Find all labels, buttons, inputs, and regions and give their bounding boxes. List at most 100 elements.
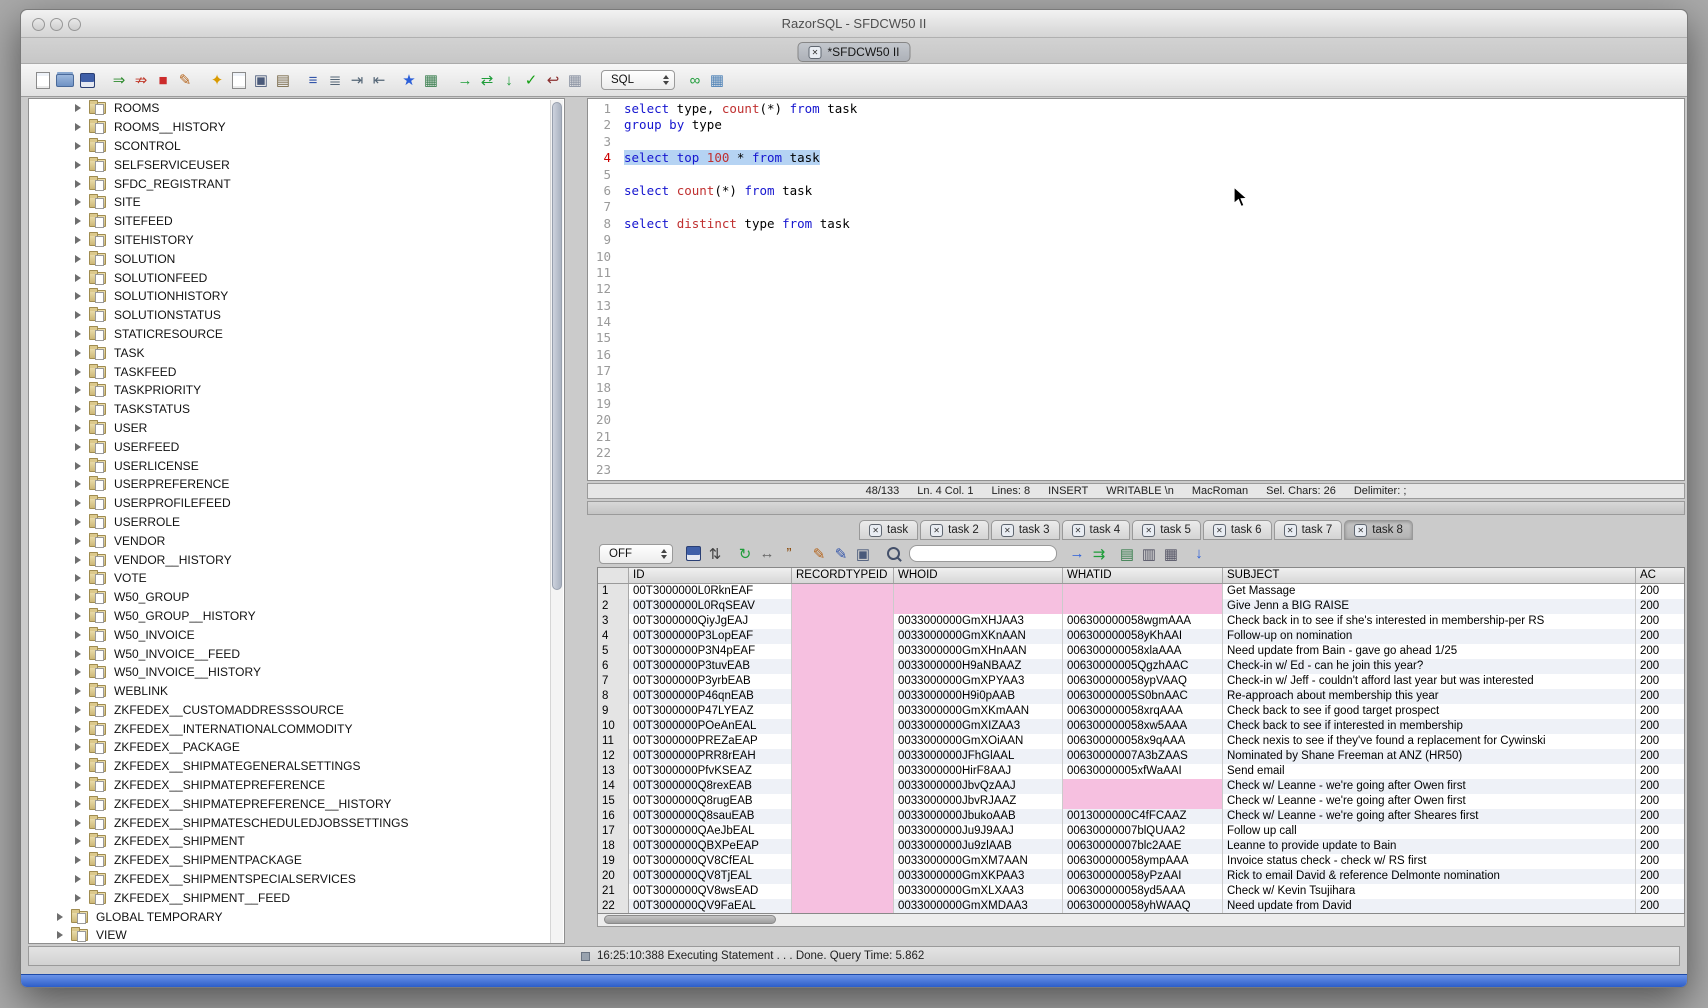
- table-cell[interactable]: 00T3000000QV9FaEAL: [629, 899, 792, 914]
- table-cell[interactable]: 00T3000000L0RqSEAV: [629, 599, 792, 614]
- column-header-whatid[interactable]: WHATID: [1063, 568, 1223, 583]
- disclosure-triangle-icon[interactable]: [75, 875, 81, 883]
- disclosure-triangle-icon[interactable]: [75, 593, 81, 601]
- disclosure-triangle-icon[interactable]: [75, 142, 81, 150]
- tree-item-w50-invoice-feed[interactable]: W50_INVOICE__FEED: [29, 644, 564, 663]
- table-cell[interactable]: 00T3000000QV8CfEAL: [629, 854, 792, 869]
- results-scrollbar[interactable]: [597, 914, 1685, 927]
- table-cell[interactable]: Check nexis to see if they've found a re…: [1223, 734, 1636, 749]
- code-line[interactable]: [624, 396, 857, 412]
- tree-item-w50-invoice-history[interactable]: W50_INVOICE__HISTORY: [29, 663, 564, 682]
- row-number[interactable]: 7: [598, 674, 629, 689]
- table-cell[interactable]: 0033000000JFhGlAAL: [894, 749, 1063, 764]
- tree-item-zkfedex-internationalcommodity[interactable]: ZKFEDEX__INTERNATIONALCOMMODITY: [29, 719, 564, 738]
- column-header-recordtypeid[interactable]: RECORDTYPEID: [792, 568, 894, 583]
- tree-item-weblink[interactable]: WEBLINK: [29, 682, 564, 701]
- table-cell[interactable]: [894, 599, 1063, 614]
- table-row[interactable]: 1500T3000000Q8rugEAB0033000000JbvRJAAZCh…: [598, 794, 1684, 809]
- table-cell[interactable]: 00T3000000Q8rugEAB: [629, 794, 792, 809]
- table-cell[interactable]: Get Massage: [1223, 584, 1636, 599]
- table-cell[interactable]: 200: [1636, 809, 1685, 824]
- column-header-id[interactable]: ID: [629, 568, 792, 583]
- tree-item-zkfedex-shipment[interactable]: ZKFEDEX__SHIPMENT: [29, 832, 564, 851]
- table-row[interactable]: 600T3000000P3tuvEAB0033000000H9aNBAAZ006…: [598, 659, 1684, 674]
- code-line[interactable]: [624, 281, 857, 297]
- row-number[interactable]: 9: [598, 704, 629, 719]
- row-number[interactable]: 13: [598, 764, 629, 779]
- tree-item-w50-invoice[interactable]: W50_INVOICE: [29, 625, 564, 644]
- table-cell[interactable]: Check back to see if good target prospec…: [1223, 704, 1636, 719]
- code-line[interactable]: group by type: [624, 117, 857, 133]
- tree-item-rooms[interactable]: ROOMS: [29, 99, 564, 118]
- table-cell[interactable]: Rick to email David & reference Delmonte…: [1223, 869, 1636, 884]
- disclosure-triangle-icon[interactable]: [75, 837, 81, 845]
- disclosure-triangle-icon[interactable]: [75, 386, 81, 394]
- disclosure-triangle-icon[interactable]: [75, 537, 81, 545]
- result-tab-task-8[interactable]: ✕task 8: [1344, 520, 1413, 540]
- tab-close-icon[interactable]: ✕: [1072, 524, 1085, 537]
- code-line[interactable]: select distinct type from task: [624, 216, 857, 232]
- tree-item-userpreference[interactable]: USERPREFERENCE: [29, 475, 564, 494]
- table-cell[interactable]: 006300000058ympAAA: [1063, 854, 1223, 869]
- history-icon[interactable]: ▦: [565, 70, 585, 90]
- table-cell[interactable]: 00T3000000POeAnEAL: [629, 719, 792, 734]
- print-icon[interactable]: ▥: [1139, 544, 1159, 564]
- table-cell[interactable]: 00T3000000Q8rexEAB: [629, 779, 792, 794]
- table-cell[interactable]: 006300000058xrqAAA: [1063, 704, 1223, 719]
- tree-item-zkfedex-customaddresssource[interactable]: ZKFEDEX__CUSTOMADDRESSSOURCE: [29, 701, 564, 720]
- table-row[interactable]: 1600T3000000Q8sauEAB0033000000JbukoAAB00…: [598, 809, 1684, 824]
- table-cell[interactable]: 200: [1636, 764, 1685, 779]
- table-cell[interactable]: 00T3000000QV8wsEAD: [629, 884, 792, 899]
- disclosure-triangle-icon[interactable]: [75, 631, 81, 639]
- table-cell[interactable]: 006300000058wgmAAA: [1063, 614, 1223, 629]
- code-line[interactable]: [624, 330, 857, 346]
- table-cell[interactable]: [792, 794, 894, 809]
- table-cell[interactable]: 0033000000GmXKnAAN: [894, 629, 1063, 644]
- tree-item-vendor-history[interactable]: VENDOR__HISTORY: [29, 550, 564, 569]
- table-cell[interactable]: 200: [1636, 629, 1685, 644]
- table-cell[interactable]: 200: [1636, 839, 1685, 854]
- table-cell[interactable]: [1063, 599, 1223, 614]
- code-line[interactable]: [624, 363, 857, 379]
- run-all-icon[interactable]: ⇄: [477, 70, 497, 90]
- go-end-icon[interactable]: ⇉: [1089, 544, 1109, 564]
- disclosure-triangle-icon[interactable]: [75, 706, 81, 714]
- table-row[interactable]: 100T3000000L0RknEAFGet Massage200: [598, 584, 1684, 599]
- table-cell[interactable]: 006300000058xlaAAA: [1063, 644, 1223, 659]
- commit-icon[interactable]: ✓: [521, 70, 541, 90]
- row-number[interactable]: 2: [598, 599, 629, 614]
- new-file-icon[interactable]: [33, 70, 53, 90]
- disclosure-triangle-icon[interactable]: [75, 612, 81, 620]
- table-cell[interactable]: 0013000000C4fFCAAZ: [1063, 809, 1223, 824]
- table-cell[interactable]: 00T3000000QiyJgEAJ: [629, 614, 792, 629]
- table-cell[interactable]: 0033000000GmXPYAA3: [894, 674, 1063, 689]
- tree-item-userfeed[interactable]: USERFEED: [29, 437, 564, 456]
- row-number[interactable]: 1: [598, 584, 629, 599]
- tree-item-sitehistory[interactable]: SITEHISTORY: [29, 231, 564, 250]
- tree-item-w50-group-history[interactable]: W50_GROUP__HISTORY: [29, 607, 564, 626]
- tree-item-zkfedex-shipmatescheduledjobssettings[interactable]: ZKFEDEX__SHIPMATESCHEDULEDJOBSSETTINGS: [29, 813, 564, 832]
- tree-item-vendor[interactable]: VENDOR: [29, 531, 564, 550]
- bookmark-icon[interactable]: ★: [399, 70, 419, 90]
- describe-table-icon[interactable]: [229, 70, 249, 90]
- disclosure-triangle-icon[interactable]: [75, 198, 81, 206]
- table-cell[interactable]: Need update from Bain - gave go ahead 1/…: [1223, 644, 1636, 659]
- disclosure-triangle-icon[interactable]: [75, 725, 81, 733]
- table-cell[interactable]: 200: [1636, 884, 1685, 899]
- table-cell[interactable]: Check w/ Leanne - we're going after Owen…: [1223, 794, 1636, 809]
- table-cell[interactable]: 00T3000000QBXPeEAP: [629, 839, 792, 854]
- tree-item-zkfedex-package[interactable]: ZKFEDEX__PACKAGE: [29, 738, 564, 757]
- disclosure-triangle-icon[interactable]: [75, 104, 81, 112]
- code-line[interactable]: [624, 412, 857, 428]
- table-cell[interactable]: 0033000000GmXHJAA3: [894, 614, 1063, 629]
- titlebar[interactable]: RazorSQL - SFDCW50 II: [21, 10, 1687, 38]
- table-row[interactable]: 800T3000000P46qnEAB0033000000H9i0pAAB006…: [598, 689, 1684, 704]
- copy-icon[interactable]: ▣: [251, 70, 271, 90]
- tree-item-view[interactable]: VIEW: [29, 926, 564, 944]
- table-cell[interactable]: 0033000000GmXHnAAN: [894, 644, 1063, 659]
- table-cell[interactable]: [792, 764, 894, 779]
- disclosure-triangle-icon[interactable]: [75, 123, 81, 131]
- table-cell[interactable]: 00T3000000P3LopEAF: [629, 629, 792, 644]
- table-cell[interactable]: 00T3000000PRR8rEAH: [629, 749, 792, 764]
- export-icon[interactable]: ▤: [1117, 544, 1137, 564]
